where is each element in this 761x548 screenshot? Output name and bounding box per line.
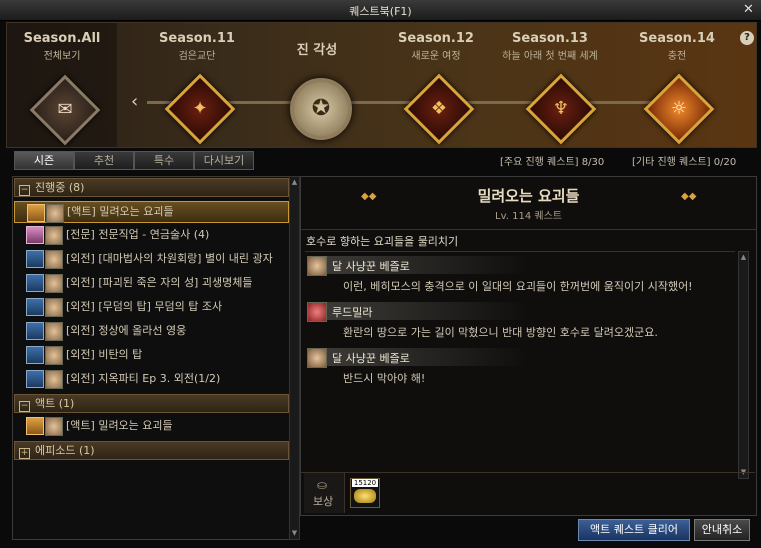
quest-detail-header: ◆◆ 밀려오는 요괴들 Lv. 114 퀘스트 ◆◆ bbox=[301, 177, 756, 230]
cancel-guide-button[interactable]: 안내취소 bbox=[694, 519, 750, 541]
scroll-down-icon[interactable]: ▼ bbox=[290, 529, 299, 538]
tab-special[interactable]: 특수 bbox=[134, 151, 194, 170]
season-14-label: Season.14 충전 bbox=[639, 31, 715, 62]
collapse-icon[interactable]: − bbox=[19, 401, 30, 412]
expand-icon[interactable]: + bbox=[19, 448, 30, 459]
help-icon[interactable]: ? bbox=[740, 31, 754, 45]
npc-portrait bbox=[307, 256, 327, 276]
quest-list-scrollbar[interactable]: ▲ ▼ bbox=[289, 176, 300, 540]
ornament-right-icon: ◆◆ bbox=[681, 191, 697, 202]
window-titlebar: 퀘스트북(F1) ✕ bbox=[0, 0, 761, 21]
dialog-area: 달 사냥꾼 베즐로 이런, 베히모스의 충격으로 이 일대의 요괴들이 한꺼번에… bbox=[305, 251, 735, 478]
side-quest-icon bbox=[26, 322, 44, 340]
dialog-speaker: 달 사냥꾼 베즐로 bbox=[307, 256, 727, 276]
profession-quest-icon bbox=[26, 226, 44, 244]
list-item[interactable]: [외전] [파괴된 죽은 자의 성] 괴생명체들 bbox=[14, 272, 287, 294]
list-item[interactable]: [외전] 정상에 올라선 영웅 bbox=[14, 320, 287, 342]
dialog-speaker: 달 사냥꾼 베즐로 bbox=[307, 348, 727, 368]
season-all-icon[interactable]: ✉ bbox=[29, 74, 101, 146]
side-quest-icon bbox=[26, 250, 44, 268]
collapse-icon[interactable]: − bbox=[19, 185, 30, 196]
close-button[interactable]: ✕ bbox=[741, 2, 756, 17]
tab-recommended[interactable]: 추천 bbox=[74, 151, 134, 170]
dialog-scrollbar[interactable]: ▲ ▼ bbox=[738, 251, 749, 479]
npc-portrait bbox=[45, 417, 63, 436]
other-quest-count: [기타 진행 퀘스트] 0/20 bbox=[632, 157, 737, 168]
group-act[interactable]: − 액트 (1) bbox=[14, 394, 289, 413]
tab-season[interactable]: 시즌 bbox=[14, 151, 74, 170]
dialog-line: 반드시 막아야 해! bbox=[343, 372, 426, 385]
season-13-icon[interactable]: ♆ bbox=[525, 73, 597, 145]
dialog-line: 이런, 베히모스의 충격으로 이 일대의 요괴들이 한꺼번에 움직이기 시작했어… bbox=[343, 280, 693, 293]
side-quest-icon bbox=[26, 370, 44, 388]
npc-portrait bbox=[45, 250, 63, 269]
season-12-icon[interactable]: ❖ bbox=[403, 73, 475, 145]
tab-replay[interactable]: 다시보기 bbox=[194, 151, 254, 170]
awakening-label: 진 각성 bbox=[296, 43, 338, 58]
npc-portrait bbox=[45, 370, 63, 389]
npc-portrait bbox=[307, 348, 327, 368]
side-quest-icon bbox=[26, 346, 44, 364]
reward-amount: 15120 bbox=[352, 479, 378, 487]
reward-gold-item[interactable]: 15120 bbox=[350, 478, 380, 508]
list-item[interactable]: [전문] 전문직업 - 연금술사 (4) bbox=[14, 224, 287, 246]
scroll-up-icon[interactable]: ▲ bbox=[739, 253, 748, 262]
npc-portrait bbox=[307, 302, 327, 322]
scroll-left-icon[interactable]: ‹ bbox=[131, 91, 138, 112]
dialog-line: 환란의 땅으로 가는 길이 막혔으니 반대 방향인 호수로 달려오겠군요. bbox=[343, 326, 658, 339]
list-item[interactable]: [외전] [대마법사의 차원회랑] 별이 내린 광자 bbox=[14, 248, 287, 270]
window-title: 퀘스트북(F1) bbox=[349, 5, 412, 18]
season-11-icon[interactable]: ✦ bbox=[164, 73, 236, 145]
season-banner: Season.All 전체보기 ✉ ‹ Season.11 검은교단 ✦ 진 각… bbox=[6, 22, 757, 148]
list-item[interactable]: [외전] 지옥파티 Ep 3. 외전(1/2) bbox=[14, 368, 287, 390]
quest-detail-panel: ◆◆ 밀려오는 요괴들 Lv. 114 퀘스트 ◆◆ 호수로 향하는 요괴들을 … bbox=[300, 176, 757, 516]
side-quest-icon bbox=[26, 298, 44, 316]
awakening-medal-icon[interactable]: ✪ bbox=[290, 78, 352, 140]
group-episode[interactable]: + 에피소드 (1) bbox=[14, 441, 289, 460]
act-quest-icon bbox=[26, 417, 44, 435]
scroll-up-icon[interactable]: ▲ bbox=[290, 178, 299, 187]
season-13-label: Season.13 하늘 아래 첫 번째 세계 bbox=[502, 31, 598, 62]
clear-act-quest-button[interactable]: 액트 퀘스트 클리어 bbox=[578, 519, 690, 541]
act-quest-icon bbox=[27, 204, 45, 222]
quest-objective: 호수로 향하는 요괴들을 물리치기 bbox=[306, 235, 459, 248]
quest-level: Lv. 114 퀘스트 bbox=[495, 211, 562, 222]
list-item[interactable]: [액트] 밀려오는 요괴들 bbox=[14, 201, 289, 223]
reward-section: ⛀ 보상 15120 bbox=[300, 472, 755, 515]
season-11-label: Season.11 검은교단 bbox=[159, 31, 235, 62]
npc-portrait bbox=[45, 298, 63, 317]
npc-portrait bbox=[45, 274, 63, 293]
season-12-label: Season.12 새로운 여정 bbox=[398, 31, 474, 62]
gold-coins-icon bbox=[354, 489, 376, 503]
season-14-icon[interactable]: ☼ bbox=[643, 73, 715, 145]
side-quest-icon bbox=[26, 274, 44, 292]
chest-icon: ⛀ bbox=[317, 478, 328, 492]
season-all-label: Season.All 전체보기 bbox=[23, 31, 101, 62]
main-quest-count: [주요 진행 퀘스트] 8/30 bbox=[500, 157, 605, 168]
npc-portrait bbox=[46, 204, 64, 223]
group-in-progress[interactable]: − 진행중 (8) bbox=[14, 178, 289, 197]
npc-portrait bbox=[45, 346, 63, 365]
season-all-panel[interactable]: Season.All 전체보기 ✉ bbox=[7, 23, 117, 147]
dialog-speaker: 루드밀라 bbox=[307, 302, 727, 322]
list-item[interactable]: [액트] 밀려오는 요괴들 bbox=[14, 415, 287, 437]
npc-portrait bbox=[45, 322, 63, 341]
list-item[interactable]: [외전] 비탄의 탑 bbox=[14, 344, 287, 366]
reward-label: ⛀ 보상 bbox=[304, 473, 345, 513]
npc-portrait bbox=[45, 226, 63, 245]
list-item[interactable]: [외전] [무덤의 탑] 무덤의 탑 조사 bbox=[14, 296, 287, 318]
